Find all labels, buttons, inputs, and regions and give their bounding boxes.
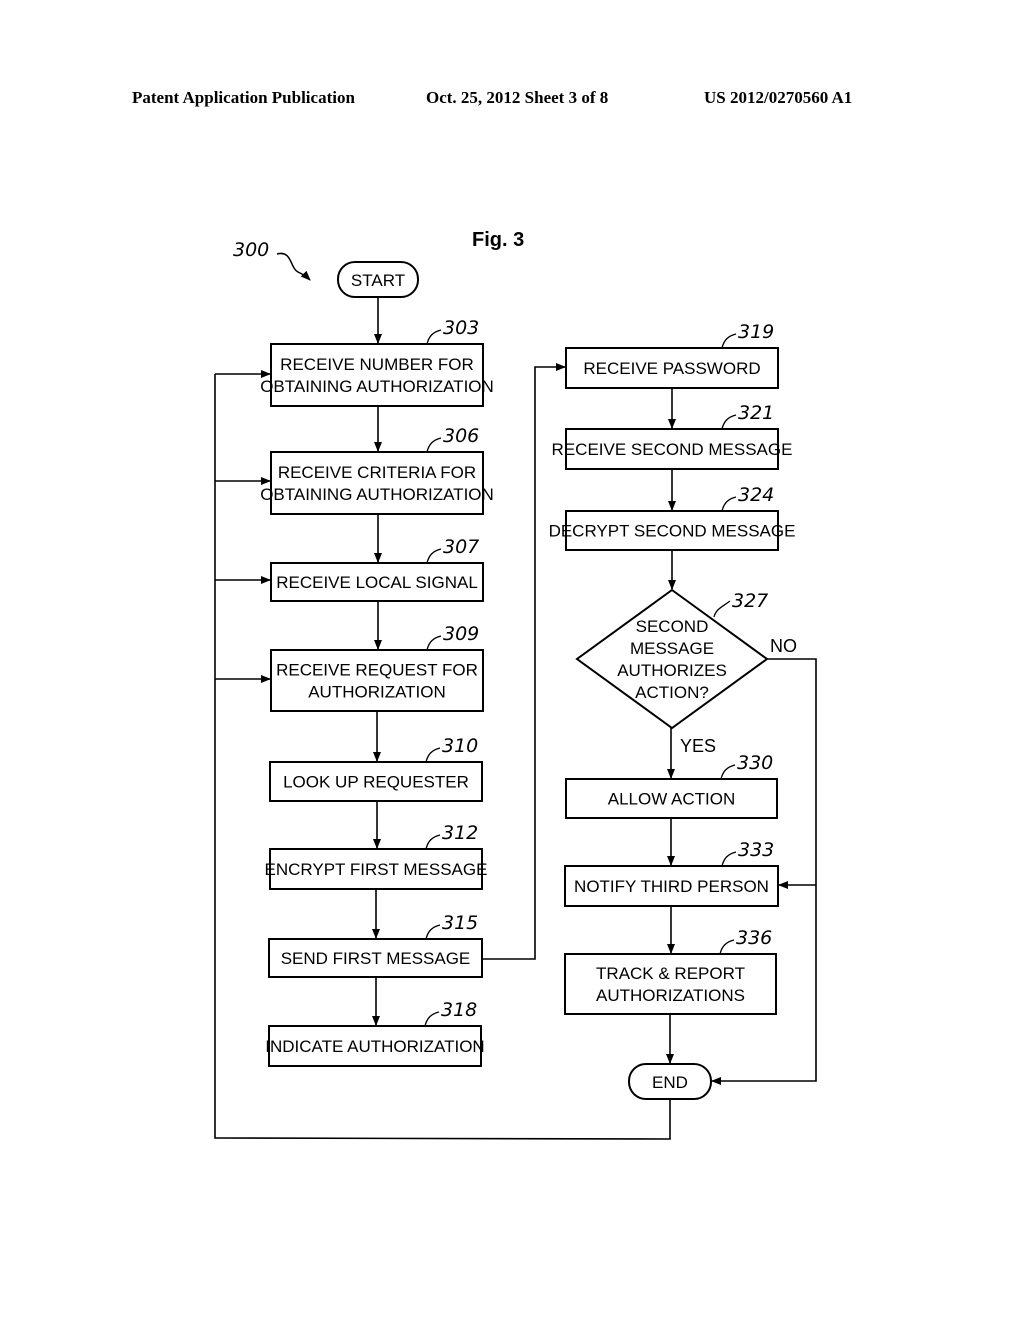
figure-ref-300: 300 — [233, 239, 269, 261]
step-box — [270, 451, 484, 515]
ref-numeral: 321 — [738, 402, 774, 424]
step-label-line: AUTHORIZATION — [308, 683, 446, 702]
ref-leader — [426, 437, 442, 453]
step-label-line: ALLOW ACTION — [608, 790, 736, 809]
ref-numeral: 312 — [442, 822, 478, 844]
step-box — [270, 343, 484, 407]
step-318: INDICATE AUTHORIZATION 318 — [265, 999, 485, 1067]
step-label-line: OBTAINING AUTHORIZATION — [260, 377, 494, 396]
step-label-line: SEND FIRST MESSAGE — [281, 949, 471, 968]
ref-leader — [426, 548, 442, 564]
figure-ref-leader — [276, 252, 311, 281]
step-306: RECEIVE CRITERIA FOR OBTAINING AUTHORIZAT… — [260, 425, 494, 515]
ref-leader — [721, 333, 737, 349]
step-label-line: LOOK UP REQUESTER — [283, 773, 469, 792]
ref-numeral: 303 — [443, 317, 479, 339]
ref-numeral: 333 — [738, 839, 774, 861]
ref-leader — [426, 635, 442, 651]
ref-leader — [425, 747, 441, 763]
ref-numeral: 330 — [737, 752, 773, 774]
no-label: NO — [770, 636, 797, 656]
ref-numeral: 336 — [736, 927, 772, 949]
ref-leader — [425, 924, 441, 940]
ref-327: 327 — [732, 590, 768, 612]
ref-numeral: 324 — [738, 484, 774, 506]
ref-leader-327 — [713, 600, 731, 618]
ref-leader — [721, 496, 737, 512]
step-label-line: NOTIFY THIRD PERSON — [574, 877, 769, 896]
end-terminal: END — [628, 1063, 712, 1100]
flowchart: Fig. 3 300 START END RECEIVE NUMBER FOR O… — [214, 229, 817, 1140]
step-label-line: ENCRYPT FIRST MESSAGE — [265, 860, 488, 879]
ref-numeral: 315 — [442, 912, 478, 934]
ref-leader — [721, 851, 737, 867]
yes-label: YES — [680, 736, 716, 756]
step-310: LOOK UP REQUESTER 310 — [269, 735, 483, 802]
step-319: RECEIVE PASSWORD 319 — [565, 321, 779, 389]
step-303: RECEIVE NUMBER FOR OBTAINING AUTHORIZATIO… — [260, 317, 494, 407]
decision-line-1: SECOND — [636, 617, 709, 636]
ref-leader — [720, 764, 736, 780]
step-label-line: RECEIVE REQUEST FOR — [276, 661, 478, 680]
decision-line-4: ACTION? — [635, 683, 709, 702]
ref-numeral: 309 — [443, 623, 479, 645]
ref-numeral: 318 — [441, 999, 477, 1021]
start-label: START — [351, 271, 405, 290]
ref-numeral: 307 — [443, 536, 479, 558]
step-312: ENCRYPT FIRST MESSAGE 312 — [265, 822, 488, 890]
decision-line-3: AUTHORIZES — [617, 661, 727, 680]
step-label-line: RECEIVE SECOND MESSAGE — [552, 440, 793, 459]
step-label-line: RECEIVE LOCAL SIGNAL — [276, 573, 478, 592]
figure-title: Fig. 3 — [472, 229, 524, 251]
step-label-line: RECEIVE NUMBER FOR — [280, 355, 474, 374]
step-309: RECEIVE REQUEST FOR AUTHORIZATION 309 — [270, 623, 484, 712]
step-label-line: TRACK & REPORT — [596, 964, 745, 983]
ref-leader — [425, 834, 441, 850]
step-307: RECEIVE LOCAL SIGNAL 307 — [270, 536, 484, 602]
ref-leader — [424, 1011, 440, 1027]
end-label: END — [652, 1073, 688, 1092]
step-label-line: DECRYPT SECOND MESSAGE — [549, 522, 796, 541]
ref-leader — [719, 939, 735, 955]
start-terminal: START — [337, 261, 419, 298]
decision-line-2: MESSAGE — [630, 639, 714, 658]
step-box — [564, 953, 777, 1015]
ref-leader — [426, 329, 442, 345]
ref-numeral: 310 — [442, 735, 478, 757]
step-label-line: AUTHORIZATIONS — [596, 986, 745, 1005]
ref-leader — [721, 414, 737, 430]
step-label-line: RECEIVE CRITERIA FOR — [278, 463, 476, 482]
ref-numeral: 319 — [738, 321, 774, 343]
step-box — [270, 649, 484, 712]
step-label-line: INDICATE AUTHORIZATION — [265, 1037, 484, 1056]
step-label-line: OBTAINING AUTHORIZATION — [260, 485, 494, 504]
ref-numeral: 306 — [443, 425, 479, 447]
decision-327: SECOND MESSAGE AUTHORIZES ACTION? 327 YE… — [575, 588, 797, 756]
step-label-line: RECEIVE PASSWORD — [583, 359, 760, 378]
